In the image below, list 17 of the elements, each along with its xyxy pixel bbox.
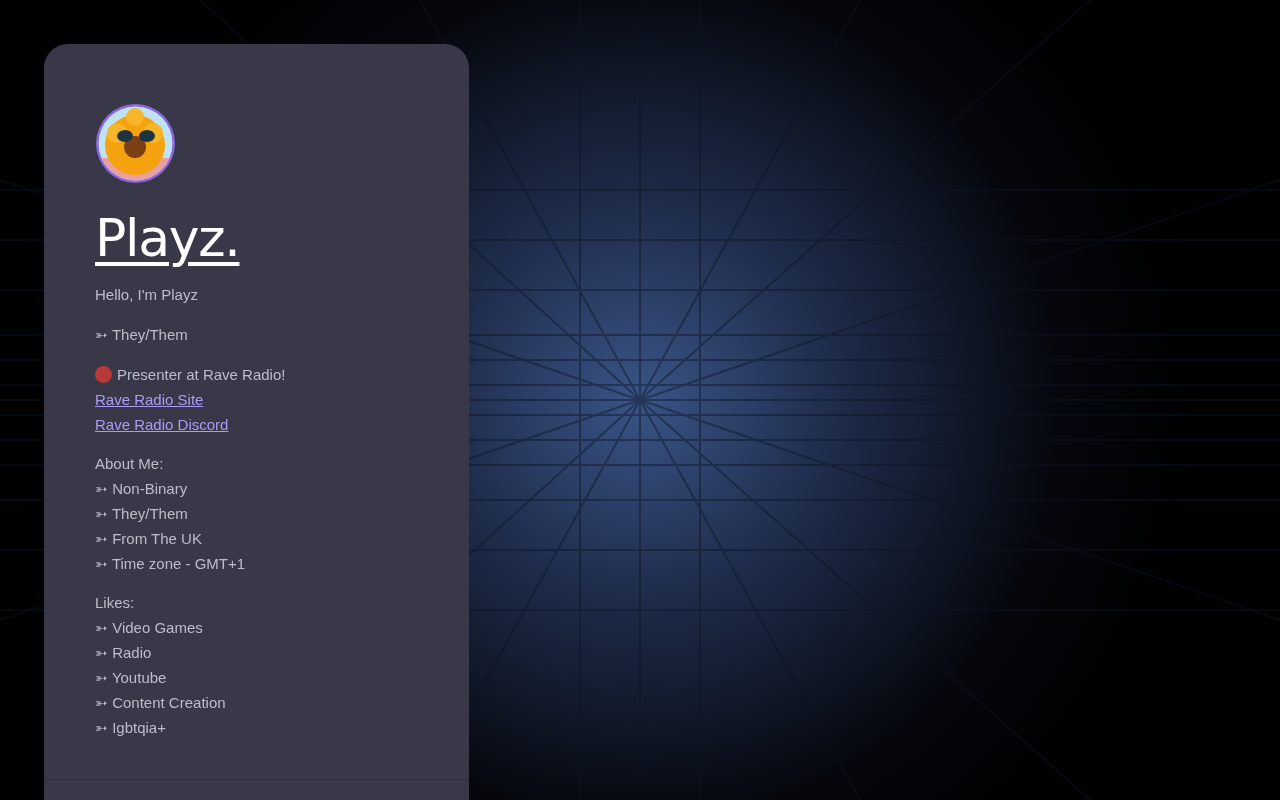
section-heading: Likes: bbox=[95, 593, 135, 613]
pronouns-text: ➳ They/Them bbox=[95, 325, 188, 345]
link[interactable]: Rave Radio Discord bbox=[95, 412, 229, 437]
list-item: ➳ From The UK bbox=[95, 529, 202, 549]
list-item: ➳ They/Them bbox=[95, 504, 188, 524]
list-item: ➳ Youtube bbox=[95, 668, 167, 688]
presenter-text: Presenter at Rave Radio! bbox=[117, 365, 286, 385]
link[interactable]: Rave Radio Site bbox=[95, 387, 204, 412]
list-item: ➳ Non-Binary bbox=[95, 479, 188, 499]
list-item: ➳ Content Creation bbox=[95, 693, 226, 713]
list-item: ➳ Video Games bbox=[95, 618, 203, 638]
profile-title: Playz. bbox=[95, 207, 240, 270]
list-item: ➳ Radio bbox=[95, 643, 152, 663]
list-item: ➳ Time zone - GMT+1 bbox=[95, 554, 246, 574]
greeting-text: Hello, I'm Playz bbox=[95, 285, 198, 305]
section-heading: About Me: bbox=[95, 454, 164, 474]
list-item: ➳ Igbtqia+ bbox=[95, 718, 166, 738]
